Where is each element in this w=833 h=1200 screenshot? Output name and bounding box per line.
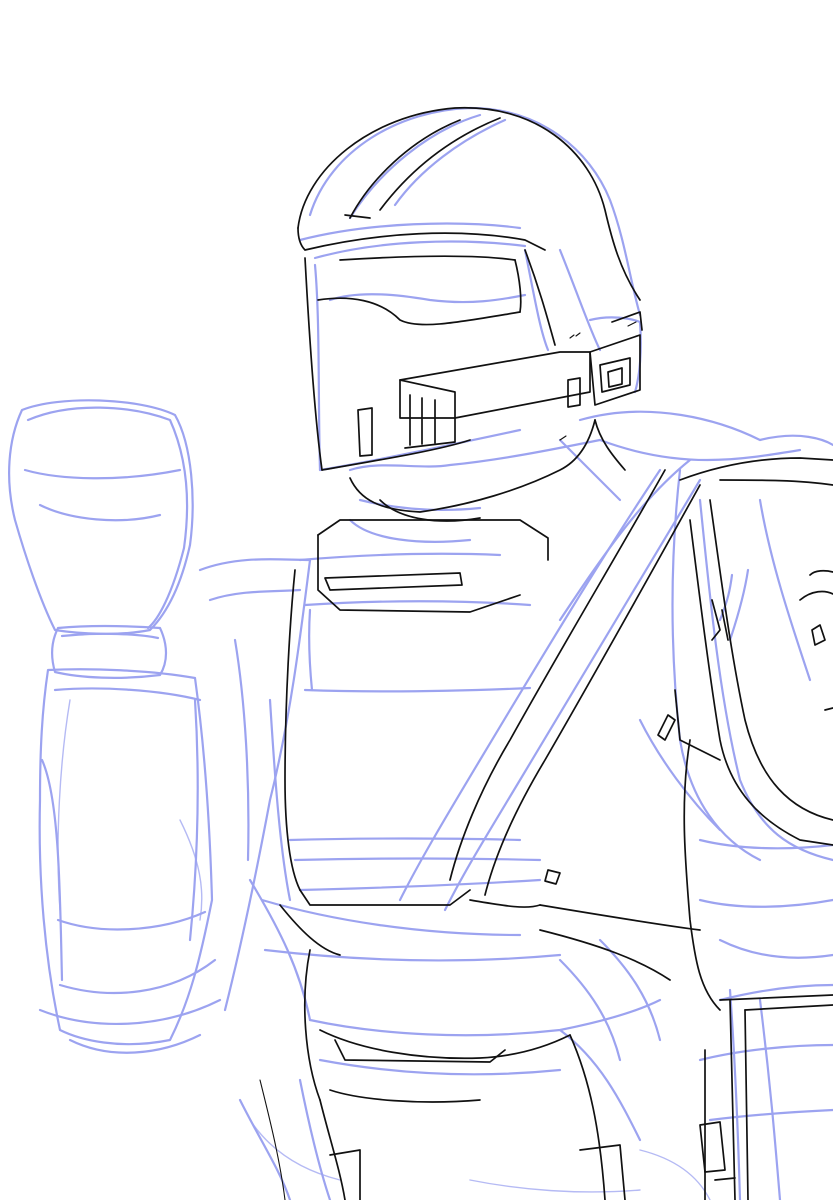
sketch-canvas	[0, 0, 833, 1200]
